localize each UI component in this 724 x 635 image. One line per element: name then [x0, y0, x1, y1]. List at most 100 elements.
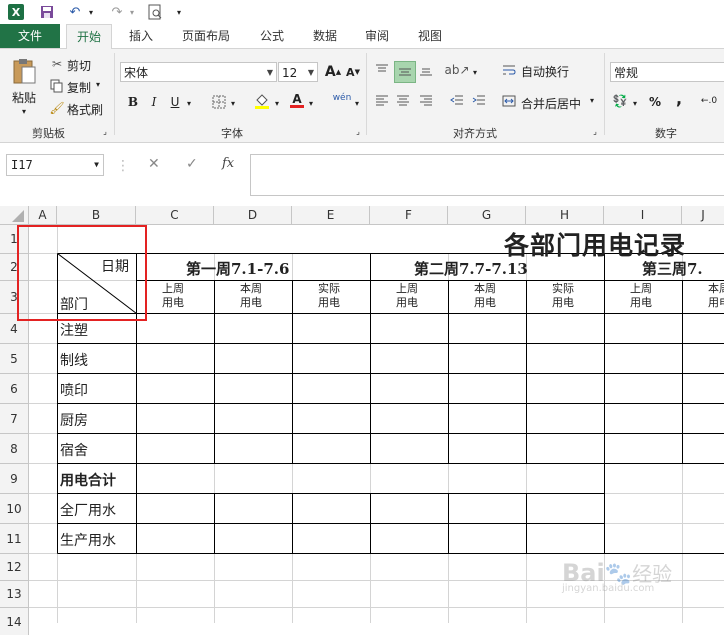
select-all-corner[interactable] — [0, 206, 29, 225]
font-size-select[interactable]: 12 ▼ — [278, 62, 318, 82]
col-header-j[interactable]: J — [682, 206, 724, 225]
copy-dropdown-icon[interactable]: ▾ — [96, 80, 100, 89]
col-header-a[interactable]: A — [29, 206, 57, 225]
fill-color-icon[interactable] — [253, 92, 271, 110]
row-header-6[interactable]: 6 — [0, 374, 29, 404]
tab-home[interactable]: 开始 — [66, 24, 112, 50]
tab-file[interactable]: 文件 — [0, 24, 60, 48]
dept-cell[interactable]: 制线 — [60, 350, 88, 370]
copy-button[interactable]: 复制 — [67, 79, 91, 96]
row-header-13[interactable]: 13 — [0, 581, 29, 608]
tab-page-layout[interactable]: 页面布局 — [174, 24, 238, 48]
align-left-icon[interactable] — [373, 92, 391, 110]
phonetic-dropdown-icon[interactable]: ▾ — [352, 94, 362, 112]
merge-center-button[interactable]: 合并后居中 — [521, 95, 581, 112]
merge-dropdown-icon[interactable]: ▾ — [590, 96, 594, 105]
comma-style-button[interactable]: , — [670, 89, 688, 108]
orientation-icon[interactable]: ab↗ — [444, 61, 469, 79]
print-preview-icon[interactable] — [146, 3, 164, 21]
shrink-font-icon[interactable]: A ▼ — [344, 63, 362, 81]
accounting-format-icon[interactable]: 💱 — [611, 92, 629, 110]
formula-input[interactable] — [250, 154, 724, 196]
total-label-cell[interactable]: 用电合计 — [60, 470, 116, 490]
save-icon[interactable] — [38, 3, 56, 21]
phonetic-guide-icon[interactable]: wén — [330, 89, 354, 107]
tab-insert[interactable]: 插入 — [121, 24, 161, 48]
orientation-dropdown-icon[interactable]: ▾ — [470, 63, 480, 81]
fill-color-dropdown-icon[interactable]: ▾ — [272, 94, 282, 112]
decrease-indent-icon[interactable] — [448, 92, 466, 110]
accounting-dropdown-icon[interactable]: ▾ — [630, 94, 640, 112]
increase-decimal-icon[interactable]: ←.0 — [700, 92, 718, 110]
col-header-g[interactable]: G — [448, 206, 526, 225]
dept-cell[interactable]: 宿舍 — [60, 440, 88, 460]
dept-cell[interactable]: 注塑 — [60, 320, 88, 340]
copy-icon[interactable] — [48, 77, 66, 95]
row-header-8[interactable]: 8 — [0, 434, 29, 464]
row-header-9[interactable]: 9 — [0, 464, 29, 494]
clipboard-launcher-icon[interactable]: ⌟ — [100, 125, 110, 137]
water-row-cell[interactable]: 生产用水 — [60, 530, 116, 550]
tab-data[interactable]: 数据 — [305, 24, 345, 48]
col-header-h[interactable]: H — [526, 206, 604, 225]
col-header-d[interactable]: D — [214, 206, 292, 225]
tab-formulas[interactable]: 公式 — [252, 24, 292, 48]
format-painter-icon[interactable]: 🖌 — [48, 99, 66, 117]
customize-qat-icon[interactable]: ▾ — [174, 3, 184, 21]
undo-dropdown-icon[interactable]: ▾ — [86, 3, 96, 21]
confirm-edit-icon[interactable]: ✓ — [186, 156, 198, 172]
row-header-14[interactable]: 14 — [0, 608, 29, 635]
merge-center-icon[interactable] — [500, 92, 518, 110]
dept-cell[interactable]: 厨房 — [60, 410, 88, 430]
top-align-icon[interactable] — [373, 61, 391, 79]
percent-style-button[interactable]: % — [646, 93, 664, 111]
font-name-select[interactable]: 宋体 ▼ — [120, 62, 277, 82]
cancel-edit-icon[interactable]: ✕ — [148, 156, 160, 172]
align-right-icon[interactable] — [417, 92, 435, 110]
format-painter-button[interactable]: 格式刷 — [67, 101, 103, 118]
font-color-icon[interactable]: A — [288, 91, 306, 109]
col-header-i[interactable]: I — [604, 206, 682, 225]
dept-cell[interactable]: 喷印 — [60, 380, 88, 400]
number-format-select[interactable]: 常规 — [610, 62, 724, 82]
underline-button[interactable]: U — [166, 93, 184, 111]
redo-icon[interactable]: ↷ — [108, 3, 126, 21]
borders-icon[interactable] — [210, 93, 228, 111]
row-header-5[interactable]: 5 — [0, 344, 29, 374]
redo-dropdown-icon[interactable]: ▾ — [127, 3, 137, 21]
bottom-align-icon[interactable] — [417, 61, 435, 79]
align-center-icon[interactable] — [394, 92, 412, 110]
row-header-11[interactable]: 11 — [0, 524, 29, 554]
row-header-7[interactable]: 7 — [0, 404, 29, 434]
tab-view[interactable]: 视图 — [410, 24, 450, 48]
col-header-b[interactable]: B — [57, 206, 136, 225]
increase-indent-icon[interactable] — [470, 92, 488, 110]
borders-dropdown-icon[interactable]: ▾ — [228, 94, 238, 112]
col-header-e[interactable]: E — [292, 206, 370, 225]
paste-dropdown-icon[interactable]: ▾ — [22, 107, 26, 116]
font-launcher-icon[interactable]: ⌟ — [353, 125, 363, 137]
wrap-text-button[interactable]: 自动换行 — [521, 63, 569, 80]
col-header-c[interactable]: C — [136, 206, 214, 225]
row-header-12[interactable]: 12 — [0, 554, 29, 581]
water-row-cell[interactable]: 全厂用水 — [60, 500, 116, 520]
bold-button[interactable]: B — [124, 93, 142, 111]
formula-bar-drag-icon[interactable]: ⋮ — [116, 158, 130, 174]
paste-icon[interactable] — [10, 57, 38, 85]
insert-function-icon[interactable]: fx — [222, 156, 234, 171]
col-header-f[interactable]: F — [370, 206, 448, 225]
grow-font-icon[interactable]: A ▲ — [324, 63, 342, 81]
row-header-10[interactable]: 10 — [0, 494, 29, 524]
tab-review[interactable]: 审阅 — [357, 24, 397, 48]
undo-icon[interactable]: ↶ — [66, 3, 84, 21]
italic-button[interactable]: I — [145, 93, 163, 111]
cut-button[interactable]: 剪切 — [67, 57, 91, 74]
paste-button[interactable]: 粘贴 — [12, 89, 36, 106]
name-box[interactable]: I17 ▼ — [6, 154, 104, 176]
middle-align-icon[interactable] — [394, 61, 416, 83]
alignment-launcher-icon[interactable]: ⌟ — [590, 125, 600, 137]
font-color-dropdown-icon[interactable]: ▾ — [306, 94, 316, 112]
wrap-text-icon[interactable] — [500, 61, 518, 79]
underline-dropdown-icon[interactable]: ▾ — [184, 94, 194, 112]
cut-icon[interactable]: ✂ — [48, 55, 66, 73]
